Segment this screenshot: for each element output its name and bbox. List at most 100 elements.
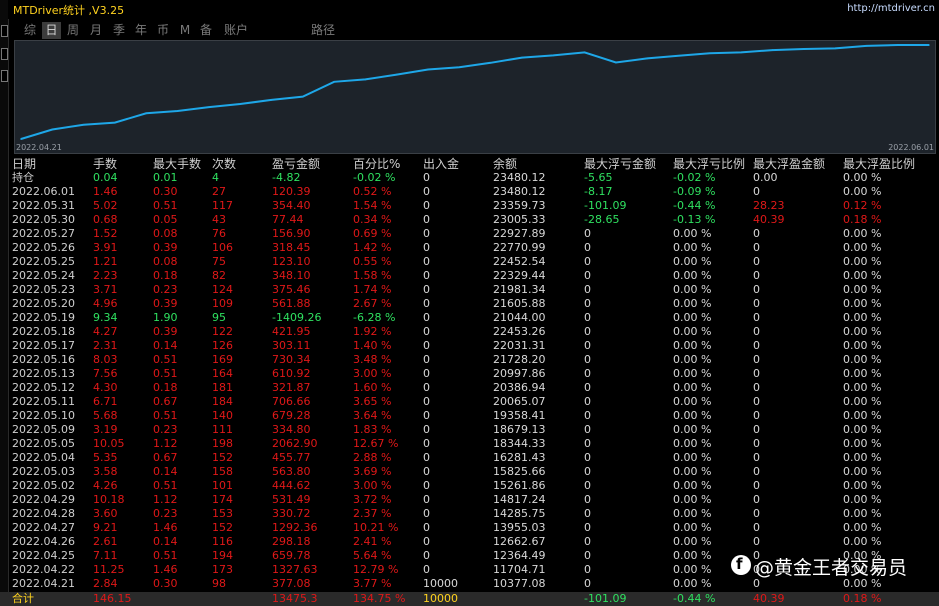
cell-date: 2022.05.26 [12, 241, 75, 254]
cell-lots: 3.71 [93, 283, 118, 296]
website-link[interactable]: http://mtdriver.cn [847, 3, 935, 14]
cell-count: 164 [212, 367, 233, 380]
cell-max-float-loss-pct: -0.13 % [673, 213, 716, 226]
cell-max-float-loss: 0 [584, 241, 591, 254]
tab-10[interactable]: 路径 [308, 22, 338, 39]
tab-7[interactable]: M [178, 22, 192, 39]
tab-5[interactable]: 年 [132, 22, 150, 39]
cell-max-float-loss-pct: 0.00 % [673, 255, 712, 268]
side-toggle-3[interactable] [1, 70, 8, 82]
cell-count: 116 [212, 535, 233, 548]
cell-pct: 1.42 % [353, 241, 392, 254]
table-row[interactable]: 2022.05.27 1.52 0.08 76 156.90 0.69 % 0 22927.8… [0, 227, 939, 241]
watermark-logo-icon: f [731, 555, 751, 575]
tab-1[interactable]: 日 [42, 22, 61, 39]
table-row[interactable]: 2022.05.24 2.23 0.18 82 348.10 1.58 % 0 22329.4… [0, 269, 939, 283]
table-row[interactable]: 2022.04.28 3.60 0.23 153 330.72 2.37 % 0 14285.… [0, 507, 939, 521]
cell-max-float-profit-pct: 0.00 % [843, 465, 882, 478]
cell-max-float-profit-pct: 0.00 % [843, 451, 882, 464]
table-row[interactable]: 2022.05.18 4.27 0.39 122 421.95 1.92 % 0 22453.… [0, 325, 939, 339]
cell-pct: 1.58 % [353, 269, 392, 282]
cell-balance: 14285.75 [493, 507, 546, 520]
tab-2[interactable]: 周 [64, 22, 82, 39]
table-row[interactable]: 2022.04.27 9.21 1.46 152 1292.36 10.21 % 0 1395… [0, 521, 939, 535]
cell-pct: 3.77 % [353, 577, 392, 590]
cell-max-lots: 0.01 [153, 171, 178, 184]
cell-max-float-profit-pct: 0.00 % [843, 423, 882, 436]
cell-date: 持仓 [12, 171, 34, 184]
table-row[interactable]: 2022.04.26 2.61 0.14 116 298.18 2.41 % 0 12662.… [0, 535, 939, 549]
cell-lots: 6.71 [93, 395, 118, 408]
cell-date: 2022.04.25 [12, 549, 75, 562]
cell-pct: -0.02 % [353, 171, 396, 184]
balance-point [677, 54, 680, 57]
cell-max-float-profit-pct: 0.00 % [843, 521, 882, 534]
table-row[interactable]: 2022.05.16 8.03 0.51 169 730.34 3.48 % 0 21728.… [0, 353, 939, 367]
cell-max-lots: 1.12 [153, 493, 178, 506]
cell-max-float-loss-pct: 0.00 % [673, 423, 712, 436]
cell-max-float-loss-pct: 0.00 % [673, 549, 712, 562]
table-row[interactable]: 2022.05.19 9.34 1.90 95 -1409.26 -6.28 % 0 2104… [0, 311, 939, 325]
balance-point [552, 54, 555, 57]
table-row[interactable]: 2022.04.29 10.18 1.12 174 531.49 3.72 % 0 14817… [0, 493, 939, 507]
cell-max-float-profit: 28.23 [753, 199, 785, 212]
table-row[interactable]: 2022.05.17 2.31 0.14 126 303.11 1.40 % 0 22031.… [0, 339, 939, 353]
table-row[interactable]: 2022.05.13 7.56 0.51 164 610.92 3.00 % 0 20997.… [0, 367, 939, 381]
cell-max-float-loss: -5.65 [584, 171, 613, 184]
cell-pnl: 13475.3 [272, 592, 318, 605]
header-max-float-loss: 最大浮亏金额 [584, 157, 657, 171]
table-row[interactable]: 2022.05.20 4.96 0.39 109 561.88 2.67 % 0 21605.… [0, 297, 939, 311]
table-row[interactable]: 2022.05.12 4.30 0.18 181 321.87 1.60 % 0 20386.… [0, 381, 939, 395]
cell-pnl: 659.78 [272, 549, 311, 562]
tab-3[interactable]: 月 [86, 22, 106, 39]
cell-balance: 18344.33 [493, 437, 546, 450]
table-row[interactable]: 2022.06.01 1.46 0.30 27 120.39 0.52 % 0 23480.1… [0, 185, 939, 199]
cell-max-float-profit: 0 [753, 255, 760, 268]
cell-max-float-profit: 0 [753, 325, 760, 338]
table-row[interactable]: 2022.05.23 3.71 0.23 124 375.46 1.74 % 0 21981.… [0, 283, 939, 297]
cell-max-float-loss: 0 [584, 535, 591, 548]
cell-date: 2022.05.03 [12, 465, 75, 478]
table-row[interactable]: 2022.05.11 6.71 0.67 184 706.66 3.65 % 0 20065.… [0, 395, 939, 409]
cell-lots: 4.26 [93, 479, 118, 492]
cell-pct: -6.28 % [353, 311, 396, 324]
cell-balance: 12364.49 [493, 549, 546, 562]
table-row[interactable]: 2022.05.05 10.05 1.12 198 2062.90 12.67 % 0 183… [0, 437, 939, 451]
tab-6[interactable]: 币 [154, 22, 172, 39]
cell-max-float-profit: 0 [753, 241, 760, 254]
cell-pnl: 77.44 [272, 213, 304, 226]
table-total-row[interactable]: 合计 146.15 13475.3 134.75 % 10000 -101.09 -0.44… [0, 592, 939, 606]
table-row[interactable]: 2022.05.26 3.91 0.39 106 318.45 1.42 % 0 22770.… [0, 241, 939, 255]
table-row[interactable]: 2022.05.04 5.35 0.67 152 455.77 2.88 % 0 16281.… [0, 451, 939, 465]
table-row[interactable]: 2022.05.31 5.02 0.51 117 354.40 1.54 % 0 23359.… [0, 199, 939, 213]
table-row-position[interactable]: 持仓 0.04 0.01 4 -4.82 -0.02 % 0 23480.12 -5.65 -0.… [0, 171, 939, 185]
tab-8[interactable]: 备 [197, 22, 215, 39]
cell-pct: 0.69 % [353, 227, 392, 240]
cell-pnl: 303.11 [272, 339, 311, 352]
cell-max-float-profit-pct: 0.00 % [843, 353, 882, 366]
table-row[interactable]: 2022.05.09 3.19 0.23 111 334.80 1.83 % 0 18679.… [0, 423, 939, 437]
cell-max-lots: 0.39 [153, 297, 178, 310]
balance-point [834, 47, 836, 50]
cell-max-float-profit-pct: 0.00 % [843, 437, 882, 450]
cell-max-float-loss: 0 [584, 325, 591, 338]
cell-balance: 18679.13 [493, 423, 546, 436]
cell-balance: 19358.41 [493, 409, 546, 422]
table-row[interactable]: 2022.05.25 1.21 0.08 75 123.10 0.55 % 0 22452.5… [0, 255, 939, 269]
tab-0[interactable]: 综 [21, 22, 39, 39]
table-row[interactable]: 2022.05.10 5.68 0.51 140 679.28 3.64 % 0 19358.… [0, 409, 939, 423]
cell-lots: 7.56 [93, 367, 118, 380]
table-row[interactable]: 2022.05.02 4.26 0.51 101 444.62 3.00 % 0 15261.… [0, 479, 939, 493]
cell-max-float-profit-pct: 0.00 % [843, 171, 882, 184]
table-row[interactable]: 2022.05.30 0.68 0.05 43 77.44 0.34 % 0 23005.33… [0, 213, 939, 227]
balance-point [270, 99, 273, 101]
side-toggle-1[interactable] [1, 25, 8, 37]
tab-4[interactable]: 季 [110, 22, 128, 39]
side-toggle-2[interactable] [1, 48, 8, 60]
cell-max-lots: 0.39 [153, 241, 178, 254]
cell-max-float-loss-pct: 0.00 % [673, 297, 712, 310]
tab-9[interactable]: 账户 [220, 22, 252, 39]
cell-lots: 8.03 [93, 353, 118, 366]
cell-max-float-profit: 0 [753, 269, 760, 282]
table-row[interactable]: 2022.05.03 3.58 0.14 158 563.80 3.69 % 0 15825.… [0, 465, 939, 479]
